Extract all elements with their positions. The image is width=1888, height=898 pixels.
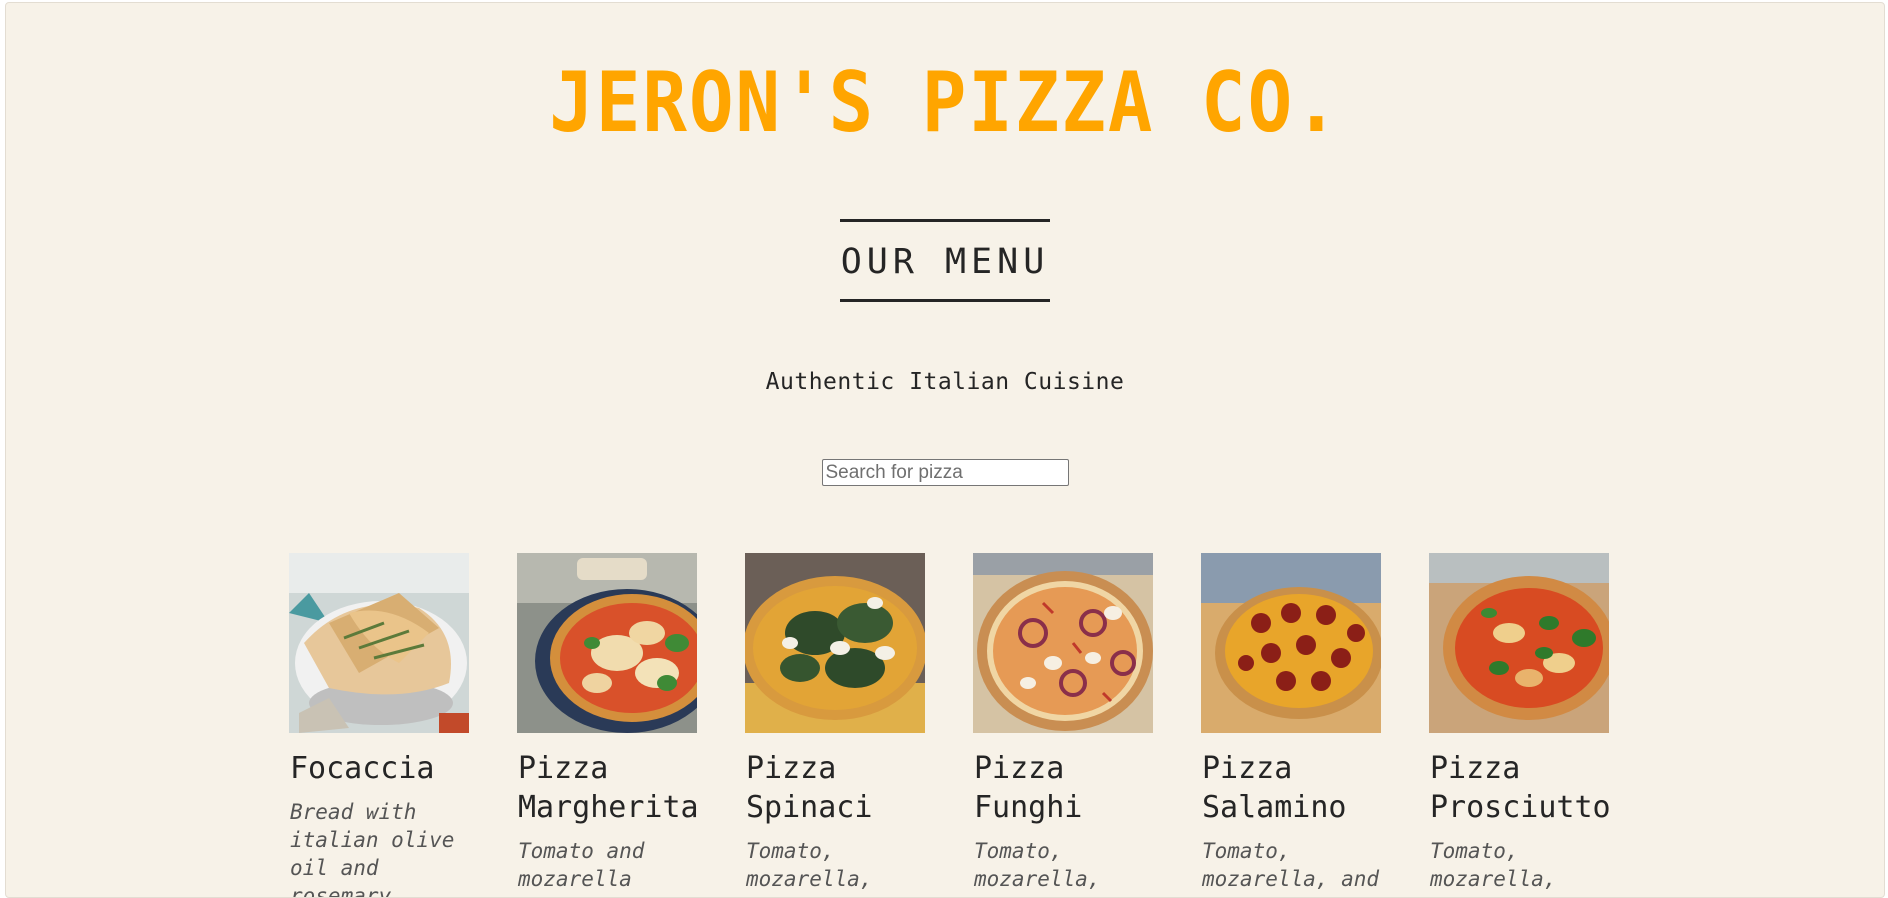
search-container (6, 459, 1884, 486)
pizza-item-salamino: Pizza Salamino Tomato, mozarella, and (1201, 553, 1381, 897)
pizza-item-margherita: Pizza Margherita Tomato and mozarella (517, 553, 699, 897)
pizza-name: Pizza Prosciutto (1430, 751, 1611, 825)
pizza-description: Tomato, mozarella, and (1202, 839, 1380, 891)
search-input[interactable] (821, 459, 1069, 486)
pizza-name: Pizza Spinaci (746, 751, 873, 825)
pizza-description: Tomato, mozarella, (746, 839, 873, 891)
pizza-name: Pizza Margherita (518, 751, 699, 825)
pizza-description: Bread with italian olive oil and rosemar… (290, 800, 455, 898)
prosciutto-image (1429, 553, 1609, 733)
pizza-item-prosciutto: Pizza Prosciutto Tomato, mozarella, (1429, 553, 1611, 897)
menu-heading: OUR MENU (6, 219, 1884, 302)
pizza-name: Pizza Salamino (1202, 751, 1347, 825)
pizza-list: Focaccia Bread with italian olive oil an… (289, 553, 1611, 898)
restaurant-title: JERON'S PIZZA CO. (549, 54, 1341, 152)
pizza-item-spinaci: Pizza Spinaci Tomato, mozarella, (745, 553, 925, 897)
margherita-image (517, 553, 697, 733)
focaccia-image (289, 553, 469, 733)
pizza-description: Tomato, mozarella, (974, 839, 1101, 891)
tagline: Authentic Italian Cuisine (765, 369, 1125, 395)
salamino-image (1201, 553, 1381, 733)
spinaci-image (745, 553, 925, 733)
pizza-item-funghi: Pizza Funghi Tomato, mozarella, (973, 553, 1153, 897)
page: JERON'S PIZZA CO. OUR MENU Authentic Ita… (5, 2, 1885, 898)
pizza-item-focaccia: Focaccia Bread with italian olive oil an… (289, 553, 469, 898)
pizza-description: Tomato, mozarella, (1430, 839, 1557, 891)
funghi-image (973, 553, 1153, 733)
pizza-description: Tomato and mozarella (518, 839, 645, 891)
menu-heading-label: OUR MENU (840, 219, 1050, 302)
pizza-name: Focaccia (290, 751, 435, 786)
pizza-name: Pizza Funghi (974, 751, 1083, 825)
